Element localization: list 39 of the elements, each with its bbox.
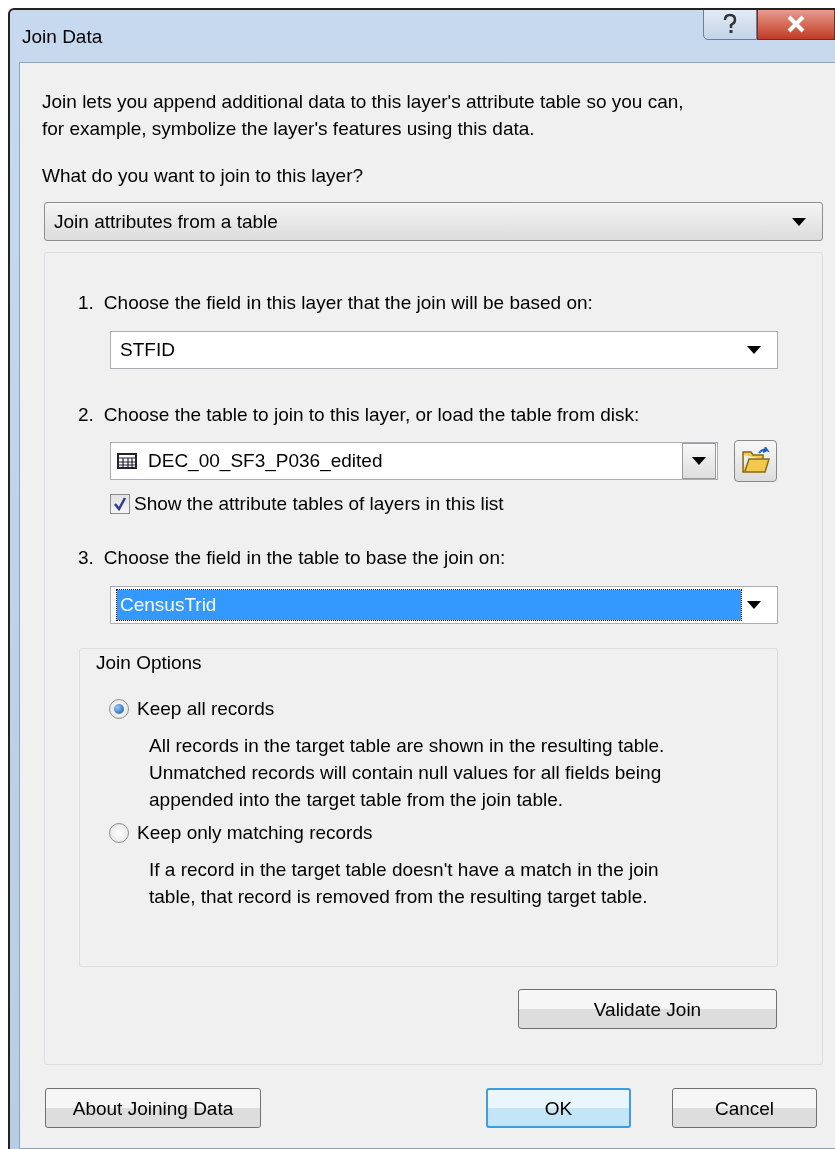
option-description: All records in the target table are shown in the resulting table.: [149, 734, 666, 758]
group-title: Join Options: [96, 651, 203, 675]
step-number: 1.: [78, 291, 94, 315]
radio-button[interactable]: [109, 822, 129, 843]
intro-text: Join lets you append additional data to this layer's attribute table so you can,: [42, 90, 685, 114]
checkbox-label: Show the attribute tables of layers in this list: [134, 492, 504, 516]
question-label: What do you want to join to this layer?: [42, 164, 365, 188]
option-description: appended into the target table from the join table.: [149, 788, 565, 812]
caret-icon: [747, 346, 761, 354]
step-number: 2.: [78, 403, 94, 427]
validate-join-button[interactable]: Validate Join: [518, 989, 777, 1029]
about-button[interactable]: About Joining Data: [45, 1088, 261, 1128]
step-label: Choose the field in this layer that the join will be based on:: [103, 291, 593, 315]
option-description: If a record in the target table doesn't have a match in the join: [149, 858, 660, 882]
close-icon: [786, 15, 806, 33]
step-label: Choose the field in the table to base the join on:: [103, 546, 506, 570]
close-button[interactable]: [757, 10, 835, 40]
caret-icon: [792, 217, 806, 226]
folder-icon: [740, 447, 771, 475]
caret-icon: [747, 601, 761, 609]
option-description: Unmatched records will contain null values for all fields being: [149, 761, 663, 785]
dropdown[interactable]: STFID: [110, 331, 778, 369]
step-label: Choose the table to join to this layer, or load the table from disk:: [103, 403, 640, 427]
step-number: 3.: [78, 546, 94, 570]
dropdown[interactable]: Join attributes from a table: [44, 202, 823, 241]
dialog-button[interactable]: Cancel: [672, 1088, 817, 1128]
radio-label: Keep all records: [137, 697, 275, 721]
checkbox[interactable]: [110, 493, 130, 514]
dropdown[interactable]: DEC_00_SF3_P036_edited: [110, 442, 718, 480]
help-button[interactable]: [703, 10, 757, 40]
radio-label: Keep only matching records: [137, 821, 373, 845]
intro-text: for example, symbolize the layer's features using this data.: [42, 117, 536, 141]
caret-icon: [692, 457, 706, 465]
help-icon: [722, 13, 738, 35]
radio-button[interactable]: [109, 698, 129, 719]
browse-button[interactable]: [734, 440, 777, 482]
window-title: Join Data: [22, 24, 103, 49]
option-description: table, that record is removed from the resulting target table.: [149, 885, 649, 909]
dialog-button[interactable]: OK: [486, 1088, 631, 1128]
